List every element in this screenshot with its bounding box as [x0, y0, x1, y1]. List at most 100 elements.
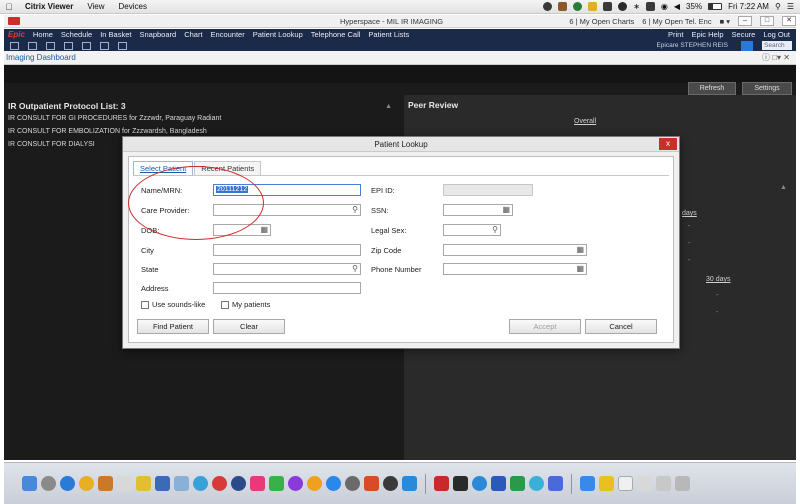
list-item[interactable]: IR CONSULT FOR GI PROCEDURES for Zzzwdr,… — [8, 112, 404, 125]
itunes-icon[interactable] — [250, 476, 265, 491]
dob-field[interactable]: ▦ — [213, 224, 271, 236]
chrome-icon[interactable] — [79, 476, 94, 491]
safari-icon[interactable] — [60, 476, 75, 491]
accept-button[interactable]: Accept — [509, 319, 581, 334]
messages-icon[interactable] — [269, 476, 284, 491]
phone-number-field[interactable]: ▦ — [443, 263, 587, 275]
epi-id-field[interactable] — [443, 184, 533, 196]
collapse-caret-icon[interactable]: ▲ — [780, 184, 787, 191]
toolbar-secure[interactable]: Secure — [732, 30, 756, 39]
app-icon[interactable] — [117, 476, 132, 491]
app-icon[interactable] — [599, 476, 614, 491]
name-mrn-field[interactable]: 20111212 — [213, 184, 361, 196]
maximize-button[interactable]: □ — [760, 16, 774, 26]
notification-center-icon[interactable]: ☰ — [787, 2, 794, 11]
app-icon[interactable] — [193, 476, 208, 491]
tab-select-patient[interactable]: Select Patient — [133, 161, 194, 175]
downloads-folder-icon[interactable] — [580, 476, 595, 491]
quick-button-icon[interactable] — [64, 41, 73, 50]
tray-app-icon[interactable] — [543, 2, 553, 11]
finder-icon[interactable] — [22, 476, 37, 491]
toolbar-home[interactable]: Home — [33, 30, 53, 39]
state-field[interactable]: ⚲ — [213, 263, 361, 275]
skype-icon[interactable] — [402, 476, 417, 491]
spotlight-icon[interactable]: ⚲ — [775, 2, 781, 11]
use-sounds-like-checkbox[interactable]: Use sounds-like — [141, 300, 205, 309]
app-store-icon[interactable] — [326, 476, 341, 491]
notes-icon[interactable] — [136, 476, 151, 491]
toolbar-snapboard[interactable]: Snapboard — [139, 30, 176, 39]
care-provider-field[interactable]: ⚲ — [213, 204, 361, 216]
minimize-button[interactable]: – — [738, 16, 752, 26]
find-patient-button[interactable]: Find Patient — [137, 319, 209, 334]
document-icon[interactable] — [656, 476, 671, 491]
system-preferences-icon[interactable] — [345, 476, 360, 491]
quick-button-icon[interactable] — [28, 41, 37, 50]
mail-icon[interactable] — [174, 476, 189, 491]
toolbar-schedule[interactable]: Schedule — [61, 30, 92, 39]
list-picker-icon[interactable]: ▦ — [502, 205, 510, 215]
toolbar-encounter[interactable]: Encounter — [211, 30, 245, 39]
checkbox-box[interactable] — [141, 300, 149, 309]
app-icon[interactable] — [472, 476, 487, 491]
toolbar-epic-help[interactable]: Epic Help — [691, 30, 723, 39]
tray-app-icon[interactable] — [573, 2, 583, 11]
document-icon[interactable] — [637, 476, 652, 491]
epic-logo-button[interactable]: Epic — [8, 30, 25, 39]
open-tel-enc-tab[interactable]: 6 | My Open Tel. Enc — [642, 17, 711, 26]
refresh-button[interactable]: Refresh — [688, 82, 736, 95]
toolbar-log-out[interactable]: Log Out — [763, 30, 790, 39]
clear-button[interactable]: Clear — [213, 319, 285, 334]
time-machine-icon[interactable] — [618, 2, 628, 11]
search-icon[interactable]: ⚲ — [352, 205, 358, 215]
tab-recent-patients[interactable]: Recent Patients — [194, 161, 262, 175]
address-field[interactable] — [213, 282, 361, 294]
quick-button-icon[interactable] — [118, 41, 127, 50]
activity-title[interactable]: Imaging Dashboard — [6, 53, 76, 62]
calendar-icon[interactable]: ▦ — [260, 225, 268, 235]
settings-button[interactable]: Settings — [742, 82, 792, 95]
city-field[interactable] — [213, 244, 361, 256]
collapse-caret-icon[interactable]: ▲ — [385, 103, 392, 110]
tray-app-icon[interactable] — [588, 2, 598, 11]
tray-app-icon[interactable] — [558, 2, 568, 11]
list-picker-icon[interactable]: ▦ — [576, 264, 584, 274]
toolbar-patient-lists[interactable]: Patient Lists — [368, 30, 409, 39]
activity-controls[interactable]: ⓘ □▾ ✕ — [762, 52, 796, 63]
app-icon[interactable] — [307, 476, 322, 491]
quick-button-icon[interactable] — [46, 41, 55, 50]
toolbar-print[interactable]: Print — [668, 30, 683, 39]
legal-sex-field[interactable]: ⚲ — [443, 224, 501, 236]
search-icon[interactable] — [741, 40, 753, 51]
acrobat-icon[interactable] — [434, 476, 449, 491]
toolbar-in-basket[interactable]: In Basket — [100, 30, 131, 39]
my-patients-checkbox[interactable]: My patients — [221, 300, 270, 309]
app-icon[interactable] — [231, 476, 246, 491]
app-icon[interactable] — [288, 476, 303, 491]
volume-icon[interactable]: ◀ — [674, 2, 680, 11]
window-menu-button[interactable]: ■ ▾ — [720, 17, 730, 26]
app-icon[interactable] — [98, 476, 113, 491]
menu-app-name[interactable]: Citrix Viewer — [18, 2, 80, 11]
bluetooth-icon[interactable]: ∗ — [633, 2, 640, 11]
citrix-icon[interactable] — [529, 476, 544, 491]
zip-code-field[interactable]: ▦ — [443, 244, 587, 256]
cancel-button[interactable]: Cancel — [585, 319, 657, 334]
dialog-close-button[interactable]: x — [659, 138, 677, 150]
toolbar-patient-lookup[interactable]: Patient Lookup — [253, 30, 303, 39]
toolbar-chart[interactable]: Chart — [184, 30, 202, 39]
app-icon[interactable] — [383, 476, 398, 491]
apple-menu-icon[interactable]:  — [0, 2, 18, 12]
window-close-button[interactable]: ✕ — [782, 16, 796, 26]
open-charts-tab[interactable]: 6 | My Open Charts — [569, 17, 634, 26]
ssn-field[interactable]: ▦ — [443, 204, 513, 216]
app-icon[interactable] — [364, 476, 379, 491]
search-icon[interactable]: ⚲ — [492, 225, 498, 235]
quick-button-icon[interactable] — [100, 41, 109, 50]
tray-app-icon[interactable] — [603, 2, 613, 11]
terminal-icon[interactable] — [453, 476, 468, 491]
toolbar-telephone-call[interactable]: Telephone Call — [311, 30, 361, 39]
app-icon[interactable] — [155, 476, 170, 491]
battery-icon[interactable] — [708, 3, 723, 10]
toolbar-search-input[interactable]: Search — [762, 41, 792, 50]
